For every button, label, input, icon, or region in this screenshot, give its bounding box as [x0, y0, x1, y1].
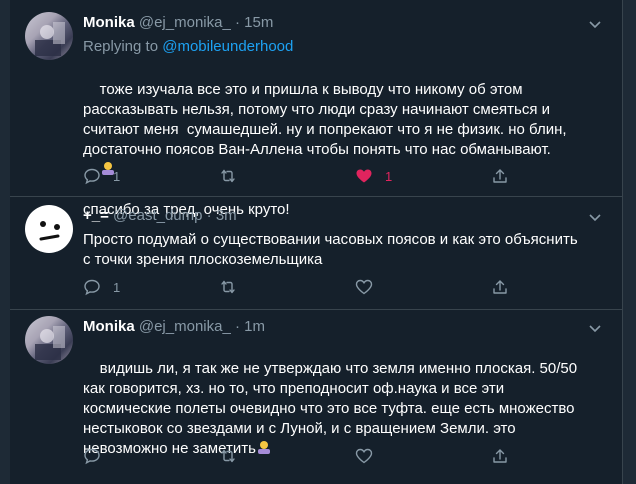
replying-mention[interactable]: @mobileunderhood [162, 38, 293, 55]
separator: · [206, 207, 212, 224]
retweet-icon [221, 449, 235, 463]
separator: · [234, 318, 240, 335]
retweet-button[interactable] [219, 277, 249, 297]
timestamp[interactable]: 1m [244, 318, 265, 335]
share-button[interactable] [491, 446, 509, 466]
share-icon [493, 169, 507, 183]
tweet-actions: 1 1 [83, 166, 523, 186]
reply-count: 1 [113, 279, 121, 295]
separator: · [234, 14, 240, 31]
author-handle[interactable]: @ej_monika_ [139, 14, 231, 31]
like-button[interactable] [355, 277, 385, 297]
share-icon [493, 280, 507, 294]
tweet-text-body: видишь ли, я так же не утверждаю что зем… [83, 360, 578, 457]
tweet[interactable]: Monika @ej_monika_ · 15m Replying to @mo… [10, 0, 622, 218]
chevron-down-icon[interactable] [588, 322, 602, 336]
timestamp[interactable]: 15m [244, 14, 273, 31]
retweet-icon [221, 169, 235, 183]
timestamp[interactable]: 3m [216, 207, 237, 224]
chevron-down-icon[interactable] [588, 211, 602, 225]
like-button[interactable] [355, 446, 385, 466]
tweet-text-body: тоже изучала все это и пришла к выводу ч… [83, 81, 567, 158]
share-button[interactable] [491, 277, 509, 297]
reply-icon [84, 168, 100, 185]
reply-count: 1 [113, 168, 121, 184]
replying-to: Replying to @mobileunderhood [83, 38, 293, 55]
chevron-down-icon[interactable] [588, 18, 602, 32]
scrollbar[interactable] [622, 0, 636, 484]
heart-icon [355, 279, 373, 295]
tweet[interactable]: Monika @ej_monika_ · 1m видишь ли, я так… [10, 310, 622, 484]
author-name[interactable]: Monika [83, 14, 135, 31]
replying-prefix: Replying to [83, 38, 163, 55]
tweet-header: Monika @ej_monika_ · 1m [83, 318, 265, 335]
tweet-actions: 1 [83, 277, 523, 297]
meh-face-icon [39, 221, 60, 241]
reply-button[interactable]: 1 [83, 277, 120, 297]
author-handle[interactable]: @ej_monika_ [139, 318, 231, 335]
author-name[interactable]: +_= [83, 207, 109, 224]
heart-filled-icon [356, 169, 372, 183]
retweet-button[interactable] [219, 446, 249, 466]
like-count: 1 [385, 168, 393, 184]
left-gutter [0, 0, 10, 484]
profile-photo-icon [35, 22, 65, 56]
reply-button[interactable] [83, 446, 113, 466]
tweet-actions [83, 446, 523, 466]
avatar[interactable] [25, 205, 73, 253]
avatar[interactable] [25, 12, 73, 60]
profile-photo-icon [35, 326, 65, 360]
retweet-icon [221, 280, 235, 294]
share-icon [493, 449, 507, 463]
tweet[interactable]: +_= @east_dump · 3m Просто подумай о сущ… [10, 197, 622, 310]
tweet-header: +_= @east_dump · 3m [83, 207, 237, 224]
reply-icon [84, 448, 100, 465]
author-handle[interactable]: @east_dump [113, 207, 202, 224]
tweet-text: Просто подумай о существовании часовых п… [83, 231, 578, 268]
share-button[interactable] [491, 166, 509, 186]
like-button[interactable]: 1 [355, 166, 392, 186]
reply-icon [84, 279, 100, 296]
reply-button[interactable]: 1 [83, 166, 120, 186]
heart-icon [355, 448, 373, 464]
author-name[interactable]: Monika [83, 318, 135, 335]
retweet-button[interactable] [219, 166, 249, 186]
avatar[interactable] [25, 316, 73, 364]
tweet-header: Monika @ej_monika_ · 15m [83, 14, 273, 31]
